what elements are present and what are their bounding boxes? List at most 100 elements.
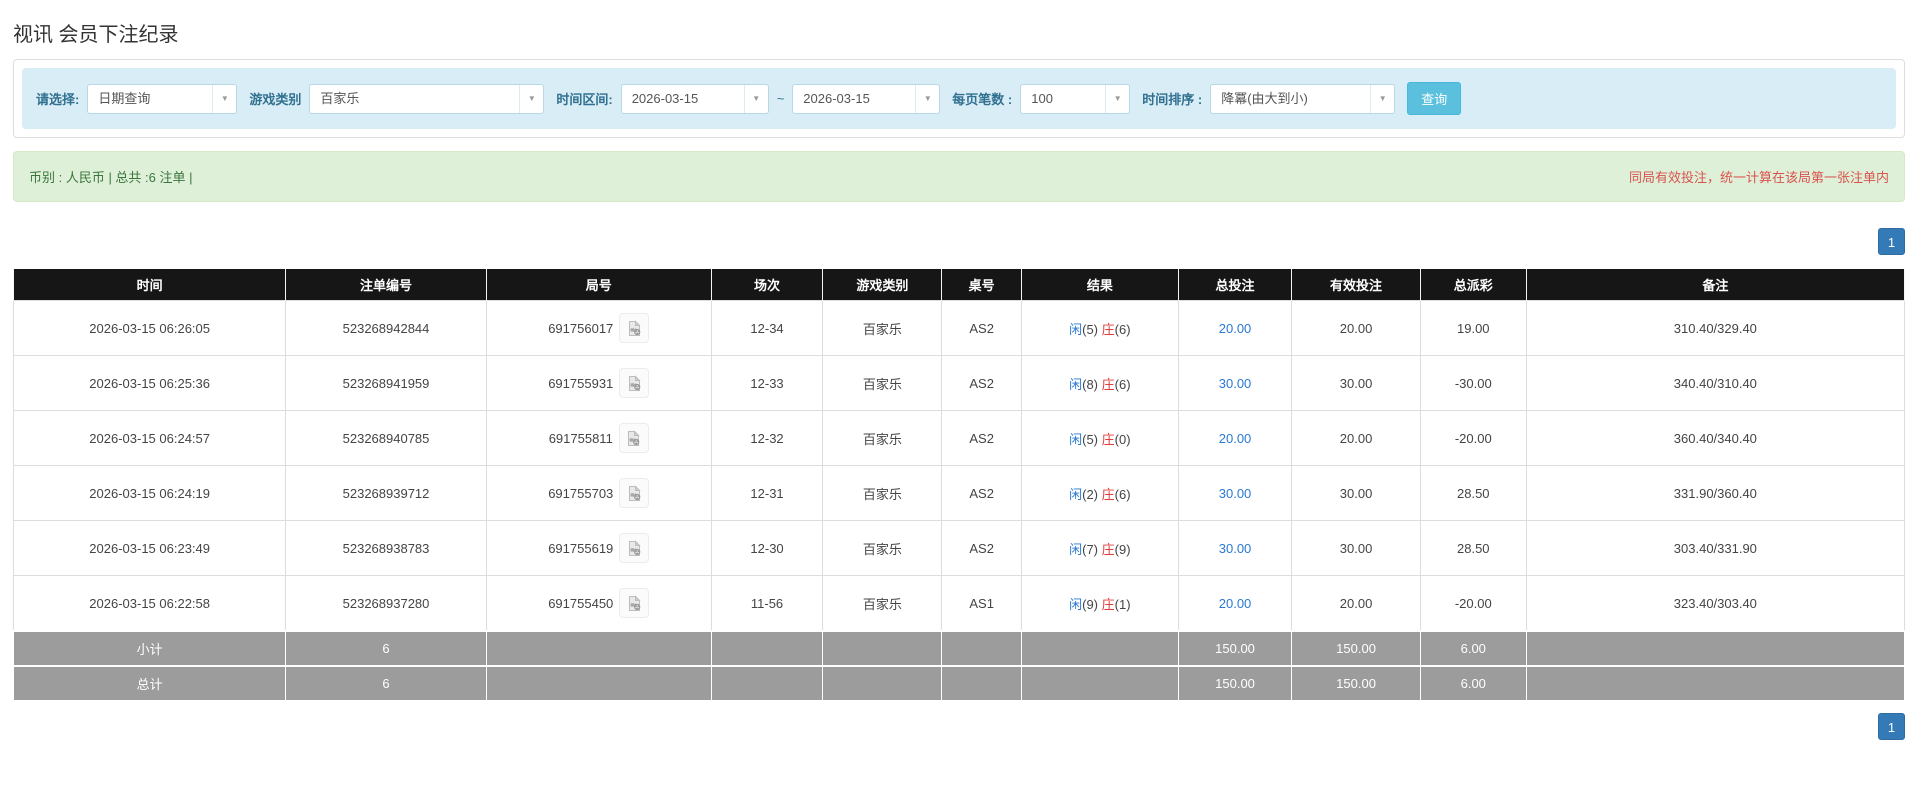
video-file-icon-button[interactable] <box>619 533 650 563</box>
total-bet-link[interactable]: 30.00 <box>1219 376 1252 391</box>
date-from-select[interactable]: 2026-03-15 ▼ <box>620 83 769 114</box>
total-row: 总计 6 150.00 150.00 6.00 <box>12 665 1906 701</box>
cell-bet-id: 523268940785 <box>285 410 487 466</box>
cell-game-type: 百家乐 <box>822 355 943 411</box>
header-bet-id: 注单编号 <box>285 269 487 301</box>
result-banker-label: 庄 <box>1101 486 1115 502</box>
header-valid-bet: 有效投注 <box>1291 269 1421 301</box>
cell-time: 2026-03-15 06:23:49 <box>12 520 287 576</box>
video-file-icon <box>626 594 643 612</box>
result-player-label: 闲 <box>1069 431 1083 447</box>
sum-valid-bet: 150.00 <box>1291 630 1421 667</box>
video-file-icon <box>626 374 643 392</box>
filter-bar: 请选择: 日期查询 ▼ 游戏类别 百家乐 ▼ 时间区间: 2026-03-15 … <box>22 68 1896 129</box>
time-sort-select[interactable]: 降冪(由大到小) ▼ <box>1210 83 1396 114</box>
pagination-bottom: 1 <box>13 713 1905 740</box>
pagination-top: 1 <box>13 228 1905 255</box>
date-to-value: 2026-03-15 <box>803 90 870 106</box>
table-row: 2026-03-15 06:25:36 523268941959 691755931… <box>12 355 1906 411</box>
cell-bet-id: 523268937280 <box>285 575 487 632</box>
cell-table-no: AS2 <box>941 355 1022 411</box>
cell-game-type: 百家乐 <box>822 300 943 356</box>
round-id-group: 691755703 <box>548 478 650 508</box>
cell-valid-bet: 30.00 <box>1291 520 1421 576</box>
video-file-icon-button[interactable] <box>619 313 650 343</box>
round-id-value: 691755703 <box>548 485 614 501</box>
video-file-icon-button[interactable] <box>618 423 649 453</box>
cell-payout: -30.00 <box>1419 355 1527 411</box>
time-sort-label: 时间排序 : <box>1142 92 1203 107</box>
sum-total-bet: 150.00 <box>1177 630 1293 667</box>
total-bet-link[interactable]: 30.00 <box>1219 541 1252 556</box>
table-body: 2026-03-15 06:26:05 523268942844 691756017… <box>12 300 1906 701</box>
cell-round-id: 691755811 <box>485 410 712 466</box>
per-page-select[interactable]: 100 ▼ <box>1020 83 1131 114</box>
query-mode-label: 请选择: <box>36 92 80 107</box>
table-row: 2026-03-15 06:26:05 523268942844 691756017… <box>12 300 1906 356</box>
round-id-value: 691755931 <box>548 375 614 391</box>
cell-valid-bet: 20.00 <box>1291 410 1421 466</box>
cell-session: 12-33 <box>710 355 824 411</box>
cell-session: 12-31 <box>710 465 824 521</box>
query-mode-select[interactable]: 日期查询 ▼ <box>87 83 238 114</box>
video-file-icon-button[interactable] <box>619 368 650 398</box>
sum-empty <box>941 665 1022 701</box>
filter-card: 请选择: 日期查询 ▼ 游戏类别 百家乐 ▼ 时间区间: 2026-03-15 … <box>13 59 1905 138</box>
cell-table-no: AS2 <box>941 520 1022 576</box>
cell-result: 闲(8) 庄(6) <box>1020 355 1179 411</box>
cell-remark: 360.40/340.40 <box>1525 410 1906 466</box>
result-banker-score: (1) <box>1114 596 1131 612</box>
sum-empty <box>1525 630 1906 667</box>
cell-valid-bet: 30.00 <box>1291 355 1421 411</box>
cell-total-bet: 30.00 <box>1177 520 1293 576</box>
round-id-group: 691755811 <box>549 423 649 453</box>
video-file-icon-button[interactable] <box>619 588 650 618</box>
search-button[interactable]: 查询 <box>1407 82 1462 115</box>
total-bet-link[interactable]: 30.00 <box>1219 486 1252 501</box>
cell-time: 2026-03-15 06:26:05 <box>12 300 287 356</box>
header-time: 时间 <box>12 269 287 301</box>
cell-time: 2026-03-15 06:25:36 <box>12 355 287 411</box>
cell-round-id: 691755703 <box>485 465 712 521</box>
header-session: 场次 <box>710 269 824 301</box>
cell-table-no: AS2 <box>941 410 1022 466</box>
cell-game-type: 百家乐 <box>822 465 943 521</box>
game-type-select[interactable]: 百家乐 ▼ <box>309 83 545 114</box>
table-row: 2026-03-15 06:23:49 523268938783 691755619… <box>12 520 1906 576</box>
sum-total-bet: 150.00 <box>1177 665 1293 701</box>
total-bet-link[interactable]: 20.00 <box>1219 596 1252 611</box>
video-file-icon-button[interactable] <box>619 478 650 508</box>
result-player-score: (5) <box>1082 431 1102 447</box>
sum-empty <box>822 665 943 701</box>
total-bet-link[interactable]: 20.00 <box>1219 431 1252 446</box>
date-to-select[interactable]: 2026-03-15 ▼ <box>792 83 941 114</box>
pagination-page-button[interactable]: 1 <box>1878 713 1905 740</box>
total-bet-link[interactable]: 20.00 <box>1219 321 1252 336</box>
header-game-type: 游戏类别 <box>822 269 943 301</box>
cell-total-bet: 30.00 <box>1177 355 1293 411</box>
round-id-value: 691756017 <box>548 320 614 336</box>
sum-payout: 6.00 <box>1419 665 1527 701</box>
round-id-value: 691755811 <box>548 430 613 446</box>
cell-payout: 28.50 <box>1419 520 1527 576</box>
table-row: 2026-03-15 06:24:19 523268939712 691755703… <box>12 465 1906 521</box>
pagination-page-button[interactable]: 1 <box>1878 228 1905 255</box>
result-player-label: 闲 <box>1069 541 1083 557</box>
cell-table-no: AS2 <box>941 465 1022 521</box>
sum-count: 6 <box>285 665 487 701</box>
result-banker-label: 庄 <box>1101 596 1115 612</box>
game-type-label: 游戏类别 <box>249 92 302 107</box>
result-banker-score: (6) <box>1114 376 1131 392</box>
result-banker-label: 庄 <box>1101 431 1115 447</box>
cell-bet-id: 523268942844 <box>285 300 487 356</box>
result-player-label: 闲 <box>1069 596 1083 612</box>
sum-empty <box>710 665 824 701</box>
cell-valid-bet: 20.00 <box>1291 300 1421 356</box>
sum-empty <box>485 630 712 667</box>
result-player-score: (7) <box>1082 541 1102 557</box>
table-row: 2026-03-15 06:22:58 523268937280 691755450… <box>12 575 1906 632</box>
currency-total-text: 币别 : 人民币 | 总共 :6 注单 | <box>29 170 193 185</box>
time-sort-value: 降冪(由大到小) <box>1221 90 1308 106</box>
header-table-no: 桌号 <box>941 269 1022 301</box>
header-payout: 总派彩 <box>1419 269 1527 301</box>
